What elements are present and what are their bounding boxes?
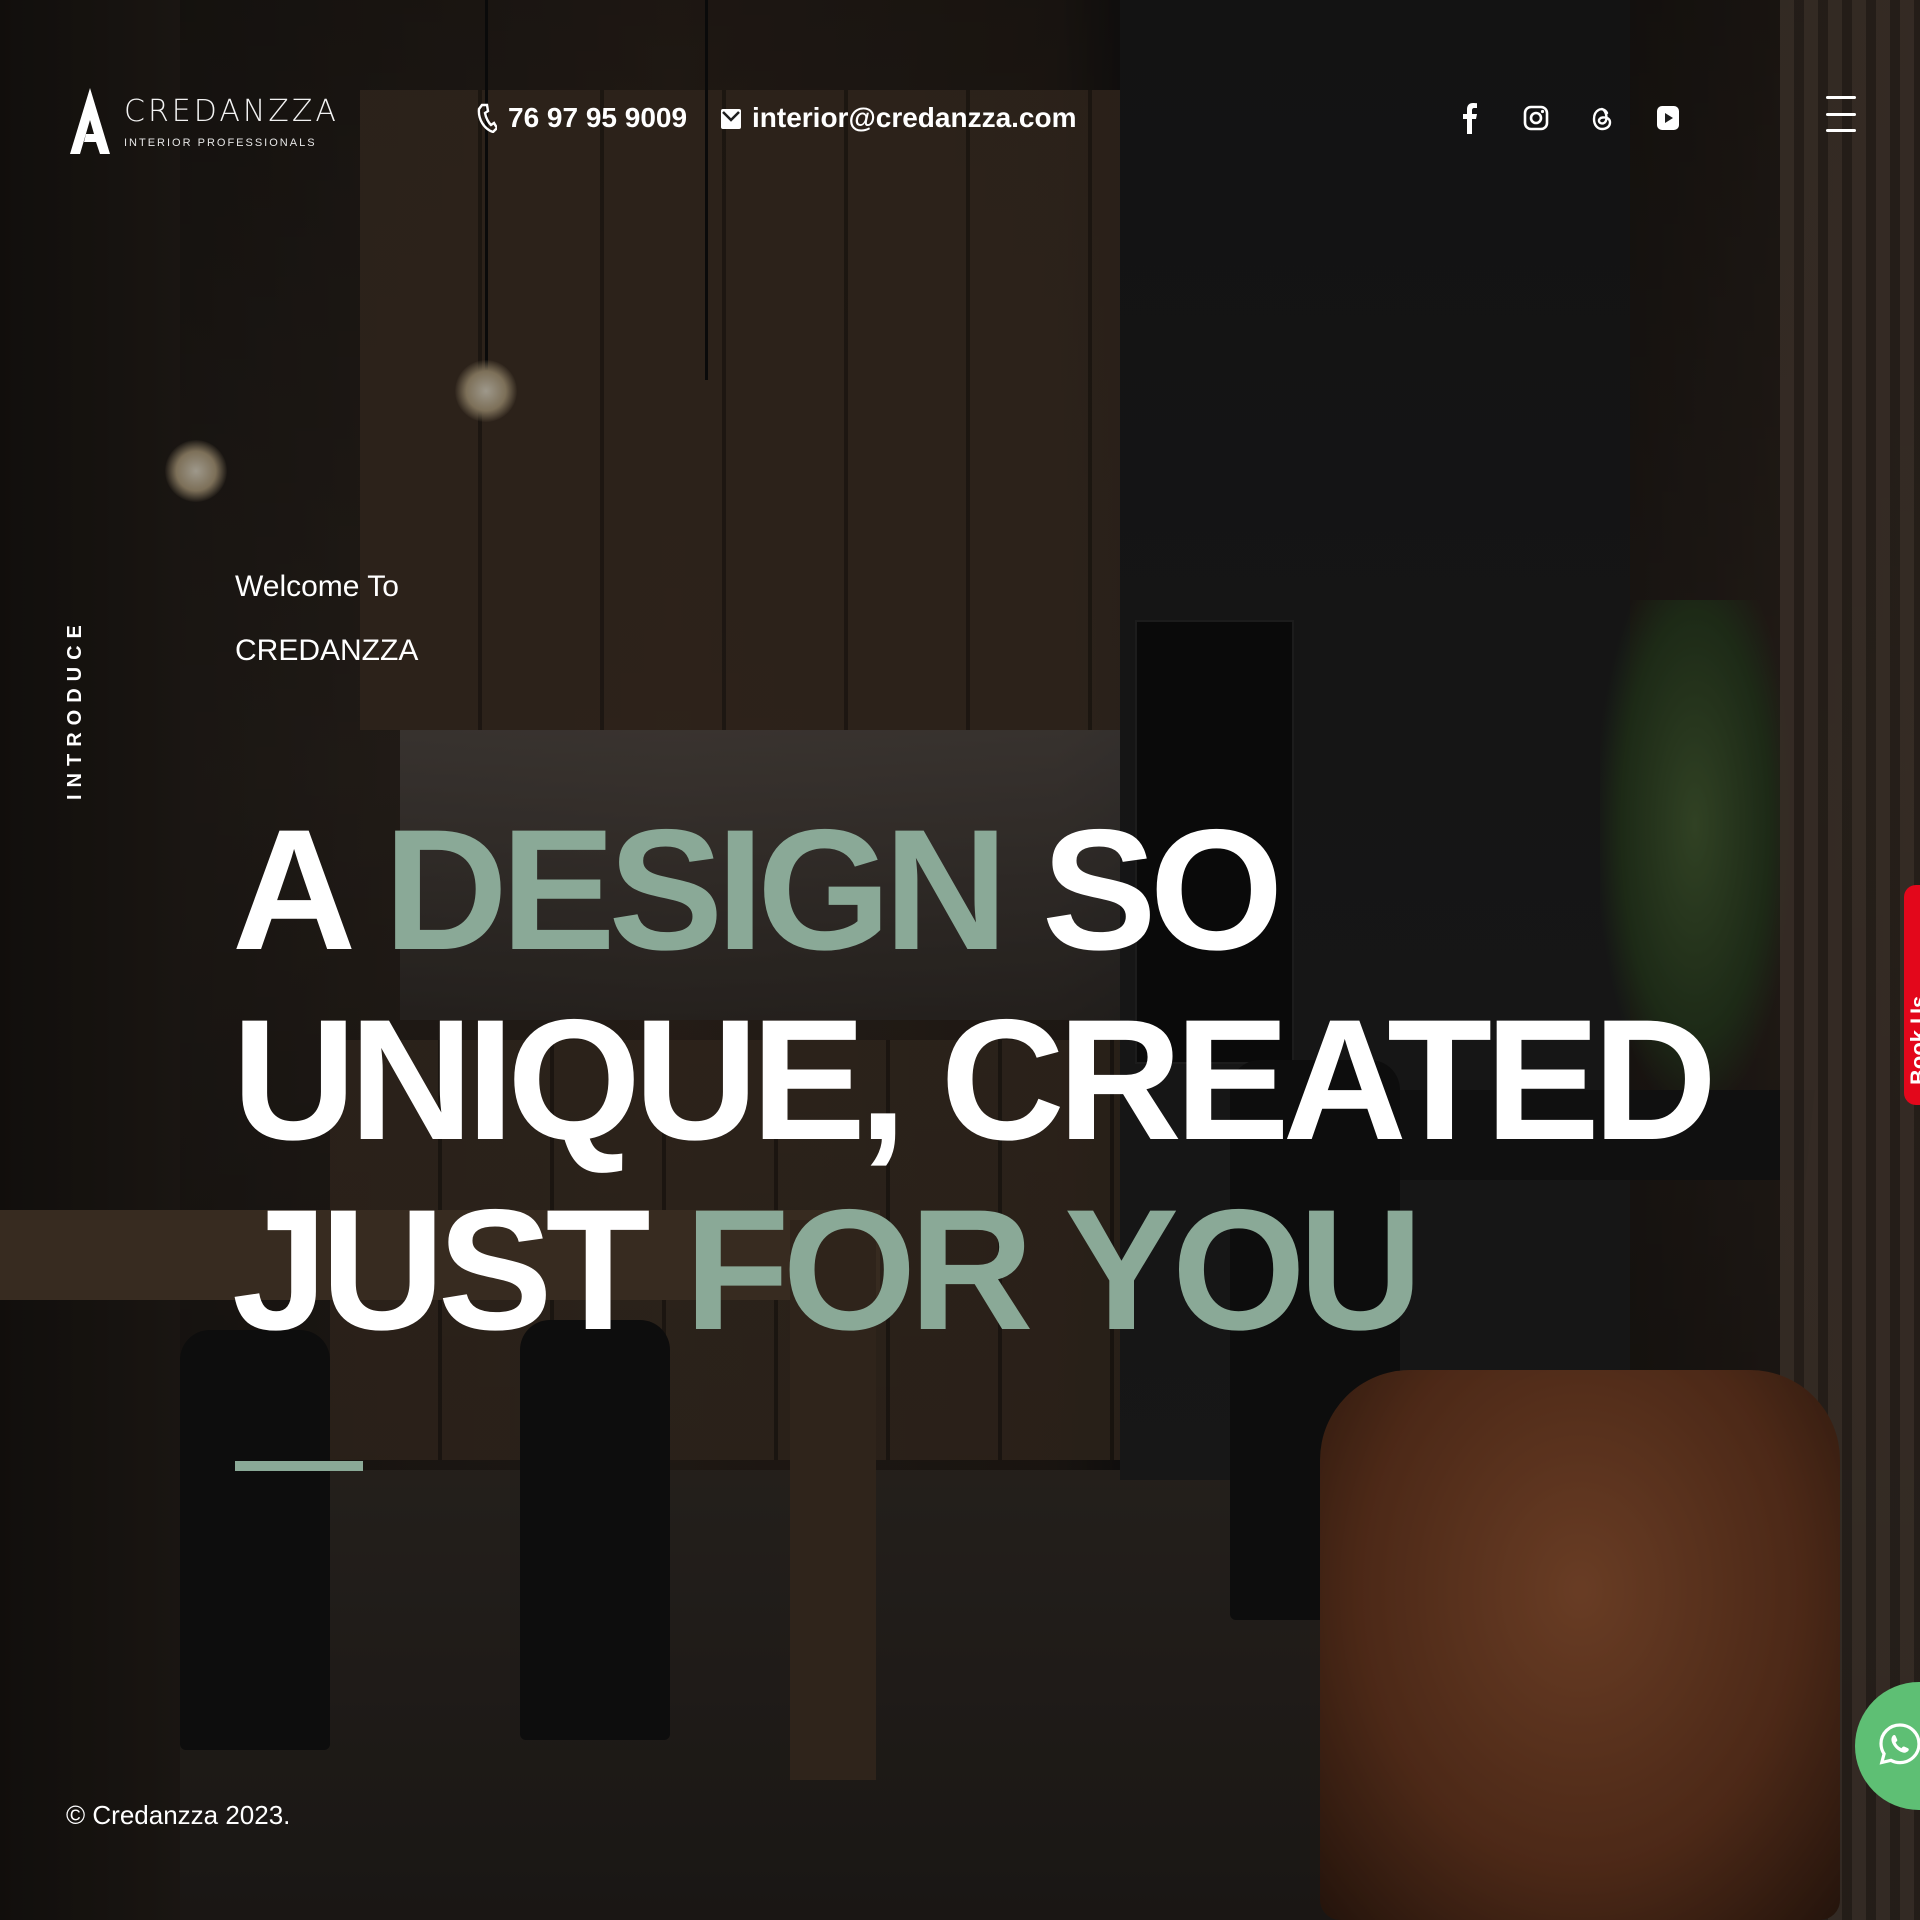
hamburger-menu-icon[interactable] bbox=[1826, 96, 1856, 132]
headline-word: A bbox=[232, 794, 350, 986]
facebook-icon[interactable] bbox=[1455, 98, 1485, 138]
headline-line-1: A DESIGN SO bbox=[232, 795, 1710, 985]
headline-accent-word: FOR YOU bbox=[684, 1174, 1422, 1366]
mail-icon bbox=[720, 103, 742, 133]
hero-headline: A DESIGN SO UNIQUE, CREATED JUST FOR YOU bbox=[232, 795, 1717, 1365]
headline-accent-word: DESIGN bbox=[383, 794, 1008, 986]
welcome-text: Welcome To CREDANZZA bbox=[235, 555, 418, 683]
accent-divider bbox=[235, 1461, 363, 1471]
whatsapp-icon bbox=[1877, 1721, 1920, 1772]
phone-link[interactable]: 76 97 95 9009 bbox=[476, 102, 687, 134]
welcome-line: Welcome To bbox=[235, 570, 399, 603]
brand-name: CREDANZZA bbox=[124, 93, 339, 129]
phone-number: 76 97 95 9009 bbox=[508, 102, 688, 133]
introduce-label: INTRODUCE bbox=[64, 618, 86, 800]
book-us-tab[interactable]: Book Us bbox=[1904, 885, 1920, 1105]
headline-word: JUST bbox=[232, 1174, 651, 1366]
triangle-a-logo-icon bbox=[68, 86, 112, 156]
instagram-icon[interactable] bbox=[1521, 98, 1551, 138]
phone-icon bbox=[476, 103, 498, 133]
headline-word: SO bbox=[1041, 794, 1284, 986]
brand-tagline: INTERIOR PROFESSIONALS bbox=[124, 136, 317, 149]
threads-icon[interactable] bbox=[1587, 98, 1617, 138]
hero-section: CREDANZZA INTERIOR PROFESSIONALS 76 97 9… bbox=[0, 0, 1920, 1920]
social-links bbox=[1455, 98, 1683, 138]
headline-line-2: UNIQUE, CREATED bbox=[232, 984, 1717, 1176]
welcome-brand: CREDANZZA bbox=[235, 634, 419, 667]
copyright-text: © Credanzza 2023. bbox=[66, 1800, 291, 1830]
book-us-label: Book Us bbox=[1906, 995, 1920, 1085]
youtube-icon[interactable] bbox=[1653, 98, 1683, 138]
email-link[interactable]: interior@credanzza.com bbox=[720, 102, 1077, 134]
headline-line-3: JUST FOR YOU bbox=[232, 1175, 1710, 1365]
brand-logo[interactable]: CREDANZZA INTERIOR PROFESSIONALS bbox=[68, 86, 339, 156]
email-address: interior@credanzza.com bbox=[752, 102, 1077, 133]
